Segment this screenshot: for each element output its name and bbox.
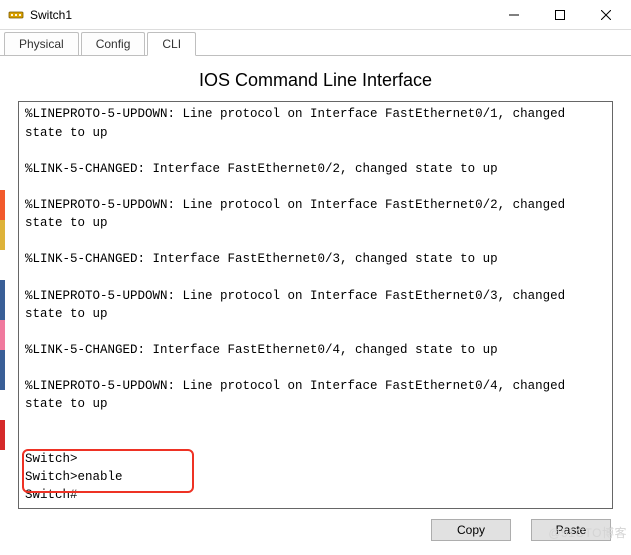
tab-cli[interactable]: CLI	[147, 32, 196, 56]
app-window: Switch1 Physical Config CLI IOS Command …	[0, 0, 631, 555]
minimize-button[interactable]	[491, 0, 537, 30]
edge-decoration	[0, 190, 5, 460]
switch-icon	[8, 7, 24, 23]
cli-terminal[interactable]: %LINK-5-CHANGED: Interface FastEthernet0…	[19, 102, 612, 508]
copy-button[interactable]: Copy	[431, 519, 511, 541]
maximize-button[interactable]	[537, 0, 583, 30]
titlebar: Switch1	[0, 0, 631, 30]
tab-bar: Physical Config CLI	[0, 30, 631, 56]
close-button[interactable]	[583, 0, 629, 30]
window-controls	[491, 0, 629, 30]
watermark-text: @51CTO博客	[548, 524, 627, 541]
terminal-container: %LINK-5-CHANGED: Interface FastEthernet0…	[18, 101, 613, 509]
cli-heading: IOS Command Line Interface	[0, 56, 631, 101]
tab-config[interactable]: Config	[81, 32, 146, 55]
tab-physical[interactable]: Physical	[4, 32, 79, 55]
button-row: Copy Paste	[0, 509, 631, 541]
window-title: Switch1	[30, 8, 491, 22]
